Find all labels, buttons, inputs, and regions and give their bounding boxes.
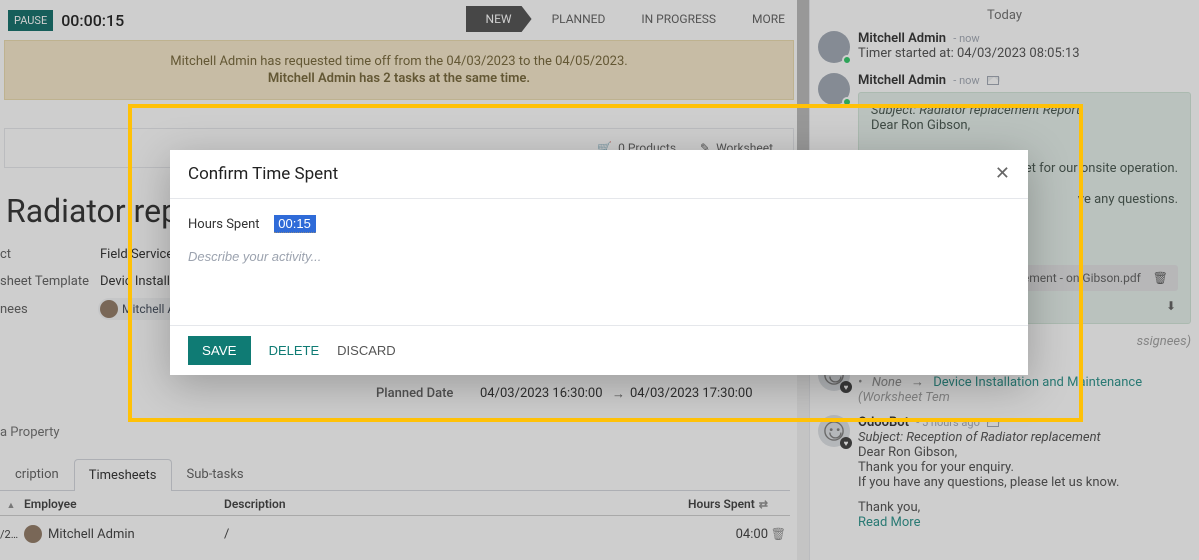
note-greeting: Dear Ron Gibson, xyxy=(871,118,1178,133)
hours-spent-label: Hours Spent xyxy=(188,217,260,232)
worksheet-template-value[interactable]: Devic Installa xyxy=(100,274,177,289)
activity-description-input[interactable] xyxy=(188,245,1010,268)
message-line: Thank you for your enquiry. xyxy=(858,460,1191,475)
message-line: If you have any questions, please let us… xyxy=(858,475,1191,490)
stage-in-progress[interactable]: IN PROGRESS xyxy=(621,6,732,32)
row-employee: Mitchell Admin xyxy=(48,527,135,542)
swap-icon[interactable]: ⇄ xyxy=(759,498,768,511)
message-author[interactable]: OdooBot xyxy=(858,415,909,430)
today-separator: Today xyxy=(818,8,1191,23)
project-value[interactable]: Field Service xyxy=(100,247,173,262)
message-time: - now xyxy=(953,74,979,87)
message: ♥ OdooBot - 5 hours ago Subject: Recepti… xyxy=(818,415,1191,530)
stage-new[interactable]: NEW xyxy=(466,6,532,32)
project-label: ct xyxy=(0,247,11,262)
row-date: /2… xyxy=(0,528,24,541)
warning-line-2: Mitchell Admin has 2 tasks at the same t… xyxy=(268,71,530,86)
save-button[interactable]: SAVE xyxy=(188,336,251,365)
heart-icon: ♥ xyxy=(840,437,852,449)
message-line: Thank you, xyxy=(858,500,1191,515)
warning-banner: Mitchell Admin has requested time off fr… xyxy=(4,40,794,100)
avatar xyxy=(818,31,850,63)
change-to-link[interactable]: Device Installation and Maintenance xyxy=(933,375,1142,390)
dialog-title: Confirm Time Spent xyxy=(188,164,338,184)
planned-date-start[interactable]: 04/03/2023 16:30:00 xyxy=(480,386,603,401)
presence-icon xyxy=(842,55,852,65)
delete-button[interactable]: DELETE xyxy=(269,343,320,358)
worksheet-template-label: sheet Template xyxy=(0,274,89,289)
read-more-link[interactable]: Read More xyxy=(858,515,1191,530)
close-icon[interactable]: ✕ xyxy=(995,165,1010,183)
confirm-time-spent-dialog: Confirm Time Spent ✕ Hours Spent SAVE DE… xyxy=(170,150,1028,375)
timer-display: 00:00:15 xyxy=(61,11,124,30)
col-hours[interactable]: Hours Spent xyxy=(688,497,755,511)
avatar: ♥ xyxy=(818,415,850,447)
row-description: / xyxy=(224,527,660,542)
envelope-icon xyxy=(987,418,999,427)
message-time: - now xyxy=(953,32,979,45)
discard-button[interactable]: DISCARD xyxy=(337,343,396,358)
pause-button[interactable]: PAUSE xyxy=(8,10,53,31)
download-icon[interactable]: ⬇ xyxy=(1166,299,1176,313)
tab-timesheets[interactable]: Timesheets xyxy=(74,459,172,491)
avatar xyxy=(24,525,42,543)
trash-icon[interactable]: 🗑 xyxy=(1153,271,1168,285)
add-property-link[interactable]: a Property xyxy=(0,425,60,440)
change-trail: (Worksheet Tem xyxy=(858,390,950,405)
col-employee[interactable]: Employee xyxy=(24,497,224,511)
message: Mitchell Admin - now Timer started at: 0… xyxy=(818,31,1191,63)
tab-description[interactable]: cription xyxy=(0,458,74,490)
hours-spent-input[interactable] xyxy=(274,215,316,233)
assignees-label: nees xyxy=(0,302,28,317)
timesheet-row[interactable]: /2… Mitchell Admin / 04:00 🗑 xyxy=(0,520,790,548)
arrow-right-icon: → xyxy=(612,386,625,402)
stage-bar: NEW PLANNED IN PROGRESS MORE xyxy=(466,6,801,32)
heart-icon: ♥ xyxy=(840,381,852,393)
planned-date-end[interactable]: 04/03/2023 17:30:00 xyxy=(630,386,753,401)
task-tabs: cription Timesheets Sub-tasks xyxy=(0,458,790,491)
trash-icon[interactable]: 🗑 xyxy=(771,527,786,541)
arrow-right-icon: → xyxy=(911,374,924,390)
envelope-icon xyxy=(987,76,999,85)
message-author[interactable]: Mitchell Admin xyxy=(858,73,946,88)
presence-icon xyxy=(842,97,852,107)
planned-date-label: Planned Date xyxy=(376,386,453,401)
avatar xyxy=(818,73,850,105)
warning-line-1: Mitchell Admin has requested time off fr… xyxy=(170,54,627,69)
col-description[interactable]: Description xyxy=(224,497,660,511)
message-text: Timer started at: 04/03/2023 08:05:13 xyxy=(858,46,1191,61)
message-time: - 5 hours ago xyxy=(916,416,980,429)
message-subject: Subject: Reception of Radiator replaceme… xyxy=(858,430,1191,445)
note-subject: Subject: Radiator replacement Report xyxy=(871,103,1178,118)
message-author[interactable]: Mitchell Admin xyxy=(858,31,946,46)
avatar xyxy=(100,300,118,318)
sort-icon[interactable]: ▲ xyxy=(7,500,16,511)
tab-subtasks[interactable]: Sub-tasks xyxy=(172,458,259,490)
timesheet-header: ▲ Employee Description Hours Spent ⇄ xyxy=(0,492,790,516)
stage-planned[interactable]: PLANNED xyxy=(532,6,622,32)
change-from: None xyxy=(872,375,902,390)
message-line: Dear Ron Gibson, xyxy=(858,445,1191,460)
stage-more[interactable]: MORE xyxy=(732,6,801,32)
